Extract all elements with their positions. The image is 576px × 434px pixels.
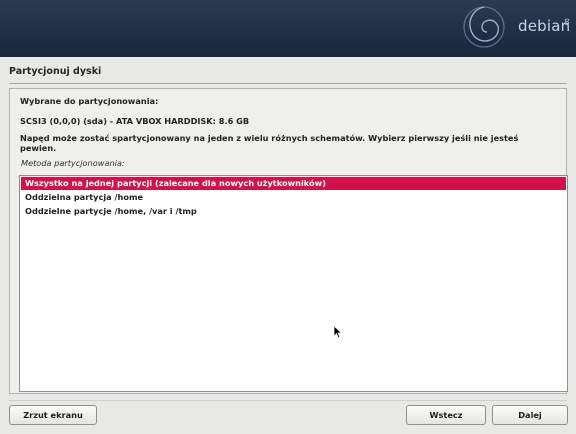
selected-heading: Wybrane do partycjonowania:: [20, 96, 159, 106]
debian-swirl-logo-icon: [463, 6, 505, 48]
back-button[interactable]: Wstecz: [406, 405, 486, 425]
description-text: Napęd może zostać spartycjonowany na jed…: [20, 133, 519, 153]
partition-method-list[interactable]: Wszystko na jednej partycji (zalecane dl…: [19, 175, 568, 392]
method-item-entire-disk[interactable]: Wszystko na jednej partycji (zalecane dl…: [21, 177, 566, 190]
method-item-separate-home-var-tmp[interactable]: Oddzielne partycje /home, /var i /tmp: [21, 205, 566, 218]
debian-logo-text: debian: [518, 17, 571, 35]
continue-button[interactable]: Dalej: [492, 405, 568, 425]
debian-version: 8: [564, 18, 570, 28]
page-title: Partycjonuj dyski: [9, 66, 102, 77]
debian-installer-banner: debian 8: [0, 0, 576, 57]
mouse-pointer-icon: [333, 325, 343, 339]
method-item-separate-home[interactable]: Oddzielna partycja /home: [21, 191, 566, 204]
title-divider: [9, 83, 567, 84]
disk-info: SCSI3 (0,0,0) (sda) - ATA VBOX HARDDISK:…: [20, 116, 250, 126]
footer-divider: [9, 400, 567, 401]
method-label: Metoda partycjonowania:: [21, 158, 125, 168]
screenshot-button[interactable]: Zrzut ekranu: [9, 405, 97, 425]
